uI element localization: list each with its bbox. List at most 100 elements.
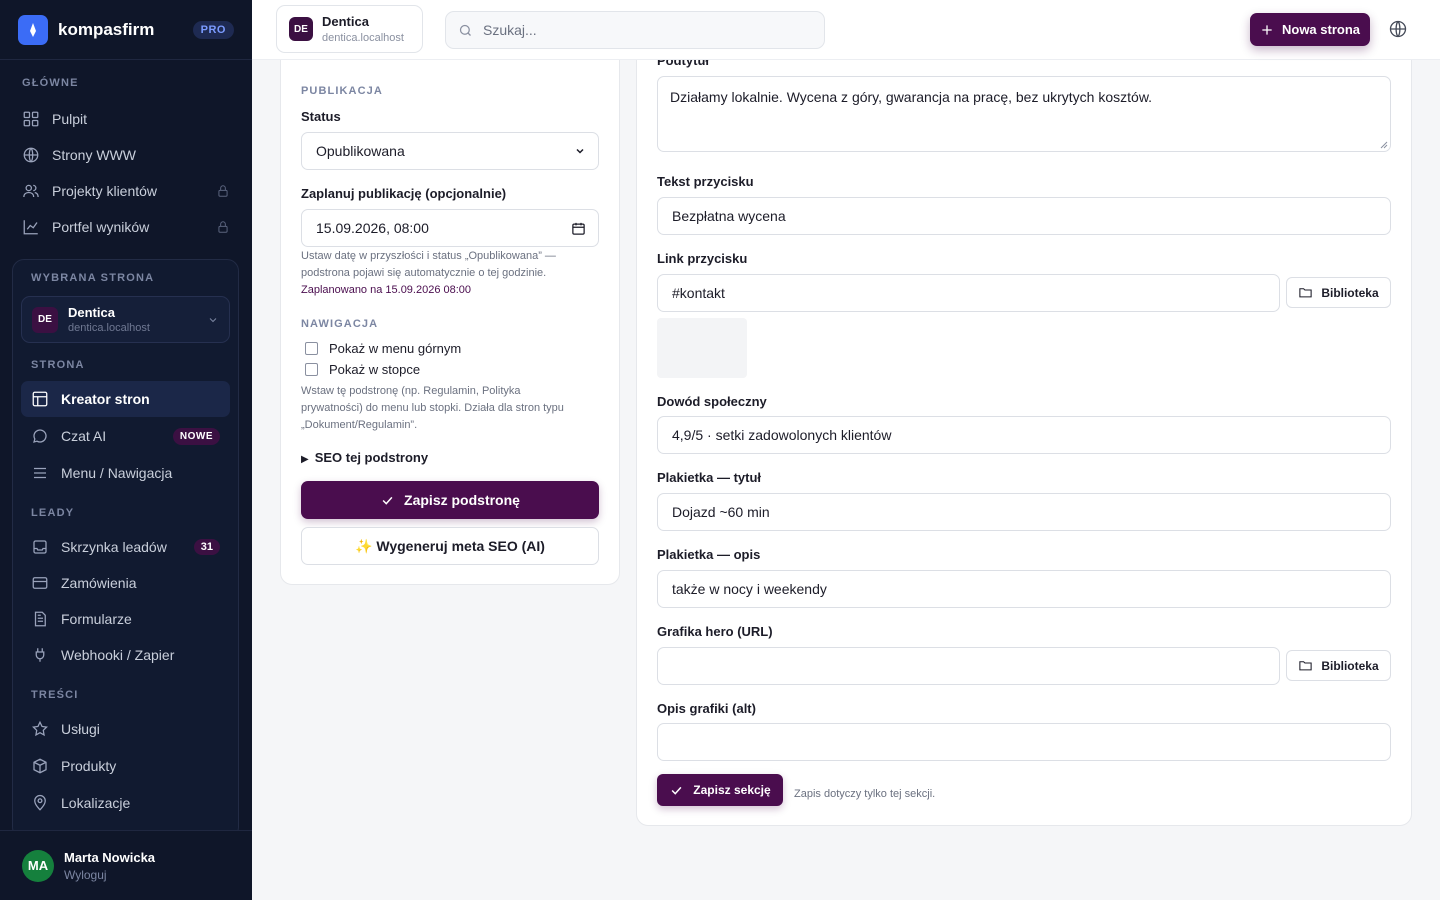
button-link-value: #kontakt bbox=[672, 285, 725, 301]
badge-description-input[interactable]: także w nocy i weekendy bbox=[657, 570, 1391, 608]
pro-badge: PRO bbox=[192, 20, 234, 39]
checkbox[interactable] bbox=[305, 342, 318, 355]
plug-icon bbox=[35, 648, 45, 662]
navigation-help-line-1: Wstaw tę podstronę (np. Regulamin, Polit… bbox=[301, 385, 521, 397]
checkbox[interactable] bbox=[305, 363, 318, 376]
button-text-label: Tekst przycisku bbox=[657, 174, 754, 189]
save-section-label: Zapisz sekcję bbox=[693, 783, 771, 797]
new-page-label: Nowa strona bbox=[1281, 22, 1360, 37]
site-domain: dentica.localhost bbox=[322, 32, 404, 44]
sidebar-item-label: Formularze bbox=[61, 611, 132, 627]
sidebar-item-orders[interactable]: Zamówienia bbox=[21, 565, 230, 601]
social-proof-input[interactable]: 4,9/5 · setki zadowolonych klientów bbox=[657, 416, 1391, 454]
sidebar-item-products[interactable]: Produkty bbox=[21, 748, 230, 784]
image-preview-placeholder bbox=[657, 318, 747, 378]
chart-icon bbox=[23, 220, 38, 235]
subtitle-textarea[interactable]: Działamy lokalnie. Wycena z góry, gwaran… bbox=[657, 76, 1391, 152]
library-button[interactable]: Biblioteka bbox=[1286, 650, 1391, 681]
new-page-button[interactable]: Nowa strona bbox=[1250, 13, 1370, 46]
badge-description-label: Plakietka — opis bbox=[657, 547, 761, 562]
sidebar-item-label: Projekty klientów bbox=[52, 183, 158, 199]
sidebar-item-webhooks[interactable]: Webhooki / Zapier bbox=[21, 637, 230, 673]
site-name: Dentica bbox=[322, 14, 369, 29]
sidebar-item-label: Strony WWW bbox=[52, 147, 136, 163]
users-icon bbox=[23, 184, 39, 198]
image-alt-input[interactable] bbox=[657, 723, 1391, 761]
sidebar-item-label: Lokalizacje bbox=[61, 795, 131, 811]
sidebar-item-label: Portfel wyników bbox=[52, 219, 150, 235]
resize-grip-icon[interactable] bbox=[1380, 141, 1388, 149]
button-link-label: Link przycisku bbox=[657, 251, 748, 266]
sidebar-item-label: Skrzynka leadów bbox=[61, 539, 167, 555]
grid-icon bbox=[23, 111, 39, 127]
page-settings-card: PUBLIKACJA Status Opublikowana Zaplanuj … bbox=[280, 20, 620, 585]
leads-count-badge: 31 bbox=[193, 539, 220, 555]
search-icon bbox=[459, 24, 471, 36]
schedule-value: 15.09.2026, 08:00 bbox=[316, 220, 429, 236]
sidebar-item-websites[interactable]: Strony WWW bbox=[0, 137, 252, 173]
site-name: Dentica bbox=[68, 305, 115, 320]
save-page-label: Zapisz podstronę bbox=[404, 492, 520, 508]
sidebar-item-dashboard[interactable]: Pulpit bbox=[0, 101, 252, 137]
sidebar-item-label: Czat AI bbox=[61, 428, 107, 444]
sidebar-item-services[interactable]: Usługi bbox=[21, 711, 230, 747]
library-button[interactable]: Biblioteka bbox=[1286, 277, 1391, 308]
globe-icon[interactable] bbox=[1388, 19, 1408, 39]
menu-icon bbox=[34, 467, 46, 479]
star-icon bbox=[32, 720, 48, 737]
folder-icon bbox=[1299, 288, 1312, 298]
check-icon bbox=[671, 786, 682, 795]
library-label: Biblioteka bbox=[1321, 658, 1379, 673]
sidebar-item-locations[interactable]: Lokalizacje bbox=[21, 785, 230, 821]
globe-icon bbox=[23, 147, 39, 163]
site-selector[interactable]: DE Dentica dentica.localhost bbox=[21, 296, 230, 343]
sidebar-item-label: Produkty bbox=[61, 758, 117, 774]
sidebar-item-label: Menu / Nawigacja bbox=[61, 465, 173, 481]
sidebar-item-menu-navigation[interactable]: Menu / Nawigacja bbox=[21, 455, 230, 491]
chevron-down-icon bbox=[576, 148, 584, 154]
sidebar-item-client-projects[interactable]: Projekty klientów bbox=[0, 173, 252, 209]
status-label: Status bbox=[301, 109, 341, 124]
social-proof-value: 4,9/5 · setki zadowolonych klientów bbox=[672, 427, 892, 443]
avatar: MA bbox=[22, 849, 54, 882]
search-box bbox=[445, 11, 825, 49]
sidebar-item-leads-inbox[interactable]: Skrzynka leadów 31 bbox=[21, 529, 230, 565]
show-in-footer-checkbox[interactable]: Pokaż w stopce bbox=[305, 362, 420, 377]
badge-title-input[interactable]: Dojazd ~60 min bbox=[657, 493, 1391, 531]
document-icon bbox=[34, 611, 46, 627]
generate-seo-button[interactable]: ✨ Wygeneruj meta SEO (AI) bbox=[301, 527, 599, 565]
site-avatar: DE bbox=[289, 17, 313, 41]
logout-link[interactable]: Wyloguj bbox=[64, 868, 155, 882]
page-section-label: STRONA bbox=[31, 359, 85, 371]
button-text-value: Bezpłatna wycena bbox=[672, 208, 786, 224]
schedule-datetime-input[interactable]: 15.09.2026, 08:00 bbox=[301, 209, 599, 247]
button-link-input[interactable]: #kontakt bbox=[657, 274, 1280, 312]
sidebar-item-forms[interactable]: Formularze bbox=[21, 601, 230, 637]
topbar: DE Dentica dentica.localhost Nowa strona bbox=[252, 0, 1440, 60]
brand-name: kompasfirm bbox=[58, 19, 155, 39]
status-select[interactable]: Opublikowana bbox=[301, 132, 599, 170]
checkbox-label: Pokaż w stopce bbox=[329, 362, 421, 377]
navigation-help-line-3: „Dokument/Regulamin”. bbox=[301, 419, 418, 431]
sidebar: kompasfirm PRO GŁÓWNE Pulpit Strony WWW … bbox=[0, 0, 252, 900]
sidebar-item-ai-chat[interactable]: Czat AI NOWE bbox=[21, 418, 230, 454]
sidebar-item-results-portfolio[interactable]: Portfel wyników bbox=[0, 209, 252, 245]
brand[interactable]: kompasfirm PRO bbox=[0, 0, 252, 60]
social-proof-label: Dowód społeczny bbox=[657, 394, 767, 409]
lock-icon bbox=[218, 221, 228, 233]
sidebar-item-page-builder[interactable]: Kreator stron bbox=[21, 381, 230, 417]
box-icon bbox=[33, 758, 47, 774]
hero-image-url-input[interactable] bbox=[657, 647, 1280, 685]
show-in-top-menu-checkbox[interactable]: Pokaż w menu górnym bbox=[305, 341, 461, 356]
search-input[interactable] bbox=[483, 22, 803, 38]
site-switcher[interactable]: DE Dentica dentica.localhost bbox=[276, 5, 423, 53]
seo-disclosure[interactable]: ▶ SEO tej podstrony bbox=[301, 450, 428, 465]
button-text-input[interactable]: Bezpłatna wycena bbox=[657, 197, 1391, 235]
sidebar-item-label: Pulpit bbox=[52, 111, 88, 127]
save-section-button[interactable]: Zapisz sekcję bbox=[657, 774, 783, 806]
save-page-button[interactable]: Zapisz podstronę bbox=[301, 481, 599, 519]
selected-site-label: WYBRANA STRONA bbox=[31, 272, 155, 284]
calendar-icon bbox=[572, 222, 585, 235]
plus-icon bbox=[1262, 24, 1272, 35]
save-note: Zapis dotyczy tylko tej sekcji. bbox=[794, 788, 936, 800]
